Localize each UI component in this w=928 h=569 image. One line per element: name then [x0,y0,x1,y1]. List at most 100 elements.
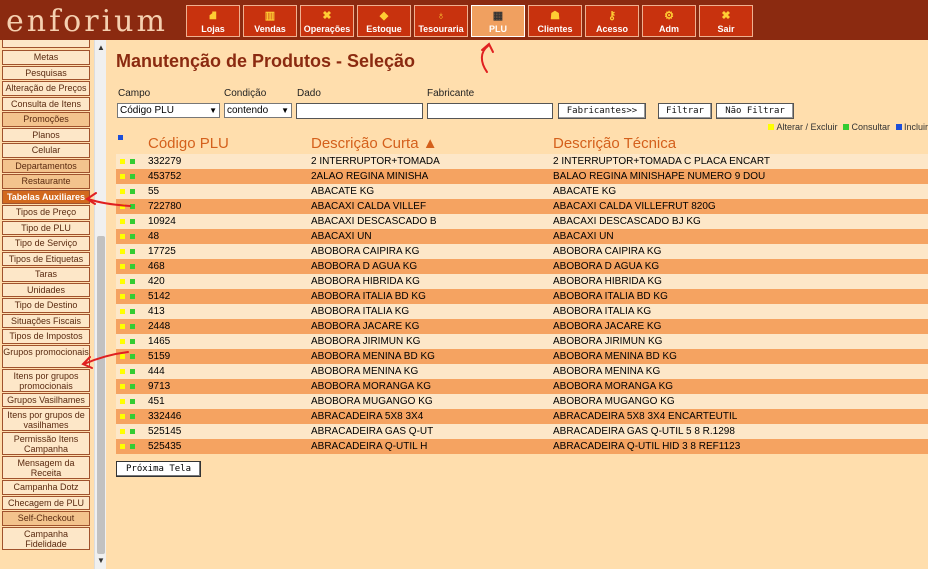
edit-square-icon[interactable] [120,204,125,209]
nav-tesouraria-button[interactable]: ♁ Tesouraria [414,5,468,37]
nao-filtrar-button[interactable]: Não Filtrar [716,103,794,119]
sidebar-item-pesquisas[interactable]: Pesquisas [2,65,90,80]
sidebar-item-grupos-promocionais[interactable]: Grupos promocionais [2,344,90,368]
nav-adm-button[interactable]: ⚙ Adm [642,5,696,37]
view-square-icon[interactable] [130,444,135,449]
sidebar-item-mensagem-da-receita[interactable]: Mensagem da Receita [2,456,90,479]
edit-square-icon[interactable] [120,234,125,239]
nav-sair-button[interactable]: ✖ Sair [699,5,753,37]
sidebar-item-tabelas-auxiliares[interactable]: Tabelas Auxiliares [2,189,90,204]
sidebar-item-tipo-de-plu[interactable]: Tipo de PLU [2,220,90,235]
sidebar-item-grupos-vasilhames[interactable]: Grupos Vasilhames [2,392,90,407]
view-square-icon[interactable] [130,414,135,419]
view-square-icon[interactable] [130,279,135,284]
table-row: 525145 ABRACADEIRA GAS Q-UT ABRACADEIRA GA… [116,424,928,439]
view-square-icon[interactable] [130,384,135,389]
condicao-select[interactable]: contendo ▼ [224,103,292,118]
view-square-icon[interactable] [130,339,135,344]
edit-square-icon[interactable] [120,219,125,224]
nav-clientes-button[interactable]: ☗ Clientes [528,5,582,37]
nav-estoque-button[interactable]: ◆ Estoque [357,5,411,37]
edit-square-icon[interactable] [120,429,125,434]
edit-square-icon[interactable] [120,384,125,389]
cell-descricao-curta: ABOBORA MENINA KG [311,366,419,377]
edit-square-icon[interactable] [120,249,125,254]
sidebar-item-campanha-dotz[interactable]: Campanha Dotz [2,480,90,495]
view-square-icon[interactable] [130,294,135,299]
edit-square-icon[interactable] [120,369,125,374]
nav-vendas-button[interactable]: ▥ Vendas [243,5,297,37]
sidebar-item-alteracao-de-precos[interactable]: Alteração de Preços [2,81,90,96]
view-square-icon[interactable] [130,429,135,434]
sidebar-top-clipped-item[interactable] [2,40,90,48]
view-square-icon[interactable] [130,159,135,164]
sidebar-item-situacoes-fiscais[interactable]: Situações Fiscais [2,313,90,328]
edit-square-icon[interactable] [120,444,125,449]
column-header-codigo[interactable]: Código PLU [148,135,229,152]
view-square-icon[interactable] [130,399,135,404]
fabricantes-button[interactable]: Fabricantes>> [558,103,646,119]
view-square-icon[interactable] [130,189,135,194]
cell-descricao-tecnica: ABOBORA ITALIA KG [553,306,652,317]
filtrar-button[interactable]: Filtrar [658,103,712,119]
view-square-icon[interactable] [130,219,135,224]
sidebar-item-campanha-fidelidade[interactable]: Campanha Fidelidade [2,526,90,550]
view-square-icon[interactable] [130,234,135,239]
nav-acesso-button[interactable]: ⚷ Acesso [585,5,639,37]
sidebar-item-permissao-itens-campanha[interactable]: Permissão Itens Campanha [2,432,90,455]
sidebar-item-departamentos[interactable]: Departamentos [2,158,90,173]
add-new-icon[interactable] [118,135,123,140]
edit-square-icon[interactable] [120,399,125,404]
sidebar-item-restaurante[interactable]: Restaurante [2,174,90,189]
edit-square-icon[interactable] [120,309,125,314]
dado-input[interactable] [296,103,423,119]
sidebar-item-checagem-de-plu[interactable]: Checagem de PLU [2,495,90,510]
edit-square-icon[interactable] [120,354,125,359]
sidebar-item-planos[interactable]: Planos [2,127,90,142]
view-square-icon[interactable] [130,309,135,314]
edit-square-icon[interactable] [120,189,125,194]
view-square-icon[interactable] [130,324,135,329]
edit-square-icon[interactable] [120,339,125,344]
view-square-icon[interactable] [130,204,135,209]
sidebar: Metas Pesquisas Alteração de Preços Consult… [0,40,94,569]
column-header-descricao-tecnica[interactable]: Descrição Técnica [553,135,676,152]
sidebar-item-unidades[interactable]: Unidades [2,282,90,297]
edit-square-icon[interactable] [120,294,125,299]
sidebar-scrollbar[interactable]: ▲ ▼ [94,40,106,569]
column-header-descricao-curta[interactable]: Descrição Curta ▲ [311,135,438,152]
view-square-icon[interactable] [130,249,135,254]
condicao-select-value: contendo [227,105,269,116]
sidebar-item-self-checkout[interactable]: Self-Checkout [2,511,90,526]
sidebar-item-metas[interactable]: Metas [2,50,90,65]
sidebar-item-celular[interactable]: Celular [2,143,90,158]
edit-square-icon[interactable] [120,174,125,179]
sidebar-item-tipos-de-preco[interactable]: Tipos de Preço [2,205,90,220]
sidebar-item-tipo-de-servico[interactable]: Tipo de Serviço [2,236,90,251]
scroll-thumb[interactable] [97,236,105,554]
sidebar-item-tipos-de-impostos[interactable]: Tipos de Impostos [2,329,90,344]
nav-plu-button[interactable]: ▦ PLU [471,5,525,37]
cell-descricao-tecnica: ABOBORA CAIPIRA KG [553,246,662,257]
edit-square-icon[interactable] [120,279,125,284]
edit-square-icon[interactable] [120,324,125,329]
next-page-button[interactable]: Próxima Tela [116,461,201,477]
view-square-icon[interactable] [130,174,135,179]
sidebar-item-taras[interactable]: Taras [2,267,90,282]
view-square-icon[interactable] [130,369,135,374]
campo-select[interactable]: Código PLU ▼ [117,103,220,118]
sidebar-item-tipos-de-etiquetas[interactable]: Tipos de Etiquetas [2,251,90,266]
edit-square-icon[interactable] [120,414,125,419]
fabricante-input[interactable] [427,103,553,119]
sidebar-item-promocoes[interactable]: Promoções [2,112,90,127]
edit-square-icon[interactable] [120,264,125,269]
nav-opera-es-button[interactable]: ✖ Operações [300,5,354,37]
sidebar-item-itens-por-grupos-promocionais[interactable]: Itens por grupos promocionais [2,368,90,392]
sidebar-item-tipo-de-destino[interactable]: Tipo de Destino [2,298,90,313]
nav-lojas-button[interactable]: ⛘ Lojas [186,5,240,37]
sidebar-item-itens-por-grupos-de-vasilhames[interactable]: Itens por grupos de vasilhames [2,408,90,431]
view-square-icon[interactable] [130,264,135,269]
sidebar-item-consulta-de-itens[interactable]: Consulta de Itens [2,96,90,111]
edit-square-icon[interactable] [120,159,125,164]
view-square-icon[interactable] [130,354,135,359]
